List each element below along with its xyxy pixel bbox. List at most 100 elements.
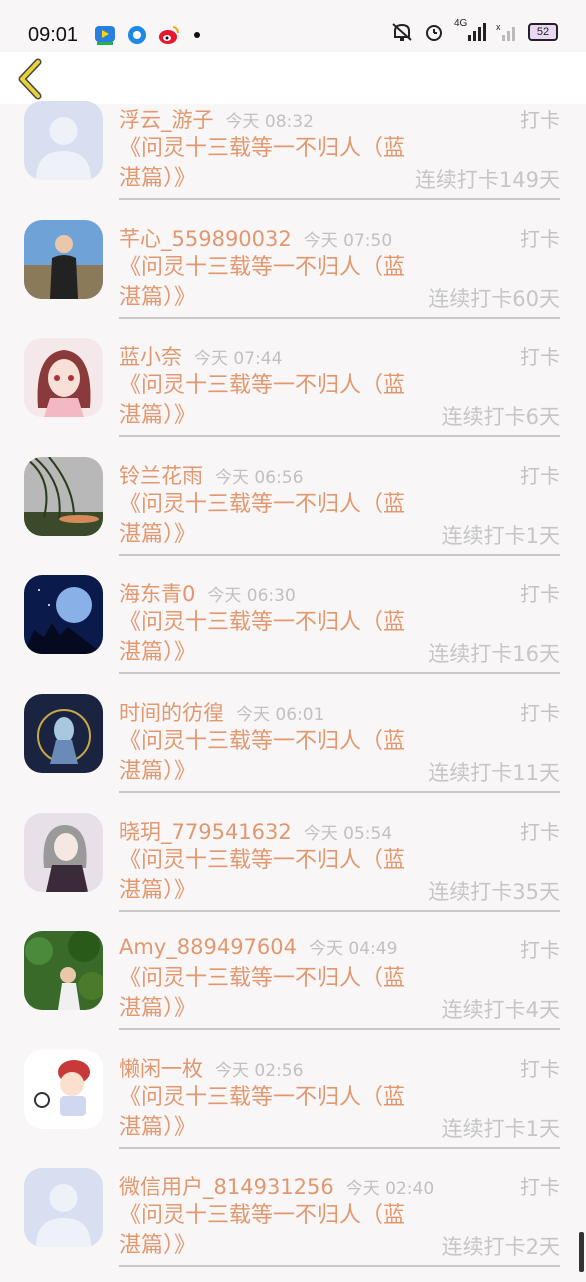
user-name-line[interactable]: Amy_889497604 今天 04:49 [119,934,397,959]
mute-icon [392,23,412,41]
divider [119,435,560,438]
streak-count: 连续打卡1天 [441,1116,560,1141]
cellular-4g-icon: 4G [454,18,486,42]
book-title[interactable]: 《问灵十三载等一不归人（蓝湛篇）》 [119,846,419,906]
user-name-line[interactable]: 微信用户_814931256 今天 02:40 [119,1171,434,1201]
list-item[interactable]: 海东青0 今天 06:30 打卡《问灵十三载等一不归人（蓝湛篇）》 连续打卡16天 [0,570,586,689]
divider [119,198,560,200]
avatar[interactable] [24,101,103,180]
divider [119,1028,560,1031]
user-name-line[interactable]: 芊心_559890032 今天 07:50 [119,223,392,253]
divider [119,909,560,912]
status-time: 09:01 [28,24,79,46]
divider [119,790,560,793]
user-name-line[interactable]: 懒闲一枚 今天 02:56 [119,1053,303,1083]
user-name[interactable]: 懒闲一枚 [119,1057,203,1081]
list-item[interactable]: Amy_889497604 今天 04:49 打卡《问灵十三载等一不归人（蓝湛篇）》… [0,926,586,1045]
avatar[interactable] [24,456,103,536]
scrollbar[interactable] [579,1232,584,1272]
more-notifications-dot [194,32,200,38]
user-name-line[interactable]: 铃兰花雨 今天 06:56 [119,460,303,490]
checkin-time: 今天 05:54 [303,823,393,844]
checkin-time: 今天 06:01 [236,704,325,725]
streak-count: 连续打卡1天 [441,523,560,548]
book-title[interactable]: 《问灵十三载等一不归人（蓝湛篇）》 [119,964,419,1024]
book-title[interactable]: 《问灵十三载等一不归人（蓝湛篇）》 [119,1083,419,1143]
user-name-line[interactable]: 时间的彷徨 今天 06:01 [119,697,324,727]
checkin-label: 打卡 [520,938,560,963]
list-item[interactable]: 晓玥_779541632 今天 05:54 打卡《问灵十三载等一不归人（蓝湛篇）》连… [0,808,586,927]
user-name-line[interactable]: 蓝小奈 今天 07:44 [119,341,282,371]
divider [119,1265,560,1268]
streak-count: 连续打卡2天 [441,1235,560,1260]
user-name[interactable]: Amy_889497604 [119,935,297,959]
user-name[interactable]: 海东青0 [119,582,195,606]
checkin-list[interactable]: 浮云_游子 今天 08:32 打卡 《问灵十三载等一不归人（蓝湛篇）》 连续打卡149天… [0,96,586,1282]
checkin-time: 今天 07:44 [194,349,283,370]
list-item[interactable]: 铃兰花雨 今天 06:56 打卡《问灵十三载等一不归人（蓝湛篇）》 连续打卡1天 [0,452,586,571]
streak-count: 连续打卡35天 [428,879,560,904]
notification-icons [94,24,200,46]
avatar[interactable] [24,338,103,418]
checkin-label: 打卡 [520,700,560,725]
svg-text:x: x [496,22,501,32]
checkin-label: 打卡 [520,819,560,844]
cellular-signal-icon: x [496,22,515,41]
avatar[interactable] [24,812,103,892]
checkin-label: 打卡 [520,226,560,251]
book-title[interactable]: 《问灵十三载等一不归人（蓝湛篇）》 [119,727,419,787]
checkin-label: 打卡 [520,1175,560,1200]
browser-icon [128,26,146,44]
checkin-time: 今天 02:56 [215,1060,304,1081]
list-item[interactable]: 蓝小奈 今天 07:44 打卡 《问灵十三载等一不归人（蓝湛篇）》 连续打卡6天 [0,333,586,452]
alarm-icon [426,25,442,41]
book-title[interactable]: 《问灵十三载等一不归人（蓝湛篇）》 [119,253,419,313]
list-item[interactable]: 懒闲一枚 今天 02:56 打卡 《问灵十三载等一不归人（蓝湛篇）》 连续打卡1天 [0,1045,586,1164]
book-title[interactable]: 《问灵十三载等一不归人（蓝湛篇）》 [119,134,419,194]
book-title[interactable]: 《问灵十三载等一不归人（蓝湛篇）》 [119,371,419,431]
list-item[interactable]: 微信用户_814931256 今天 02:40 打卡《问灵十三载等一不归人（蓝湛篇）… [0,1163,586,1282]
user-name[interactable]: 蓝小奈 [119,345,182,369]
checkin-label: 打卡 [520,582,560,607]
checkin-time: 今天 07:50 [303,230,393,251]
status-bar: 09:01 4G x 52 [0,0,586,52]
book-title[interactable]: 《问灵十三载等一不归人（蓝湛篇）》 [119,608,419,668]
battery-icon: 52 [528,23,558,41]
streak-count: 连续打卡149天 [414,168,560,192]
user-name-line[interactable]: 浮云_游子 今天 08:32 [119,104,314,134]
book-title[interactable]: 《问灵十三载等一不归人（蓝湛篇）》 [119,1201,419,1261]
divider [119,1146,560,1149]
checkin-time: 今天 08:32 [225,112,314,132]
list-item[interactable]: 浮云_游子 今天 08:32 打卡《问灵十三载等一不归人（蓝湛篇）》 连续打卡149天 [0,96,586,215]
user-name[interactable]: 芊心_559890032 [119,227,292,251]
streak-count: 连续打卡4天 [441,998,560,1023]
avatar[interactable] [24,693,103,773]
avatar[interactable] [24,219,103,299]
user-name[interactable]: 时间的彷徨 [119,701,224,725]
checkin-label: 打卡 [520,463,560,488]
list-item[interactable]: 时间的彷徨 今天 06:01 打卡《问灵十三载等一不归人（蓝湛篇）》 连续打卡11天 [0,689,586,808]
avatar[interactable] [24,931,103,1011]
avatar[interactable] [24,1049,103,1129]
back-button[interactable] [14,58,48,100]
user-name-line[interactable]: 海东青0 今天 06:30 [119,578,296,608]
user-name[interactable]: 晓玥_779541632 [119,820,292,844]
streak-count: 连续打卡60天 [428,286,560,311]
user-name[interactable]: 铃兰花雨 [119,464,203,488]
user-name[interactable]: 浮云_游子 [119,108,214,132]
user-name[interactable]: 微信用户_814931256 [119,1175,334,1199]
streak-count: 连续打卡16天 [428,642,560,667]
avatar[interactable] [24,1168,103,1248]
video-app-icon [95,26,115,45]
checkin-time: 今天 02:40 [345,1179,435,1200]
system-icons: 4G x 52 [390,18,558,42]
list-item[interactable]: 芊心_559890032 今天 07:50 打卡《问灵十三载等一不归人（蓝湛篇）》连… [0,215,586,334]
user-name-line[interactable]: 晓玥_779541632 今天 05:54 [119,816,392,846]
book-title[interactable]: 《问灵十三载等一不归人（蓝湛篇）》 [119,490,419,550]
streak-count: 连续打卡11天 [428,760,560,785]
checkin-time: 今天 06:56 [215,467,304,488]
checkin-label: 打卡 [520,108,560,132]
checkin-time: 今天 04:49 [309,939,398,960]
avatar[interactable] [24,575,103,655]
checkin-label: 打卡 [520,345,560,370]
